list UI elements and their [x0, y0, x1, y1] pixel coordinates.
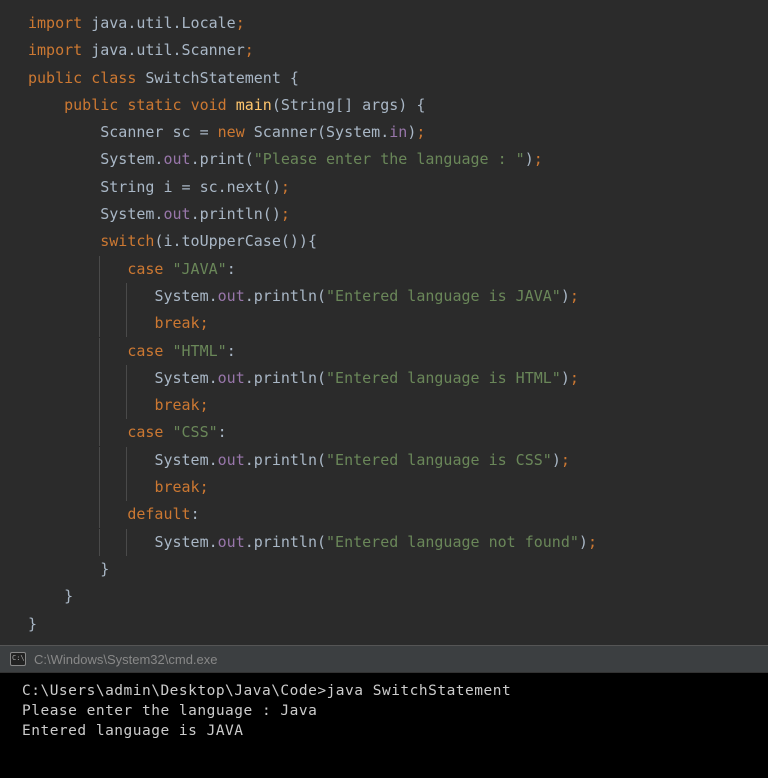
code-line: } — [28, 583, 768, 610]
code-line: System.out.println("Entered language not… — [28, 529, 768, 556]
code-line: } — [28, 556, 768, 583]
code-line: System.out.print("Please enter the langu… — [28, 146, 768, 173]
code-line: public static void main(String[] args) { — [28, 92, 768, 119]
code-editor[interactable]: import java.util.Locale; import java.uti… — [0, 0, 768, 645]
code-line: case "JAVA": — [28, 256, 768, 283]
terminal-titlebar[interactable]: C:\Windows\System32\cmd.exe — [0, 645, 768, 673]
code-line: import java.util.Locale; — [28, 10, 768, 37]
code-line: switch(i.toUpperCase()){ — [28, 228, 768, 255]
terminal-line: C:\Users\admin\Desktop\Java\Code>java Sw… — [22, 681, 764, 701]
code-line: Scanner sc = new Scanner(System.in); — [28, 119, 768, 146]
code-line: System.out.println(); — [28, 201, 768, 228]
code-line: System.out.println("Entered language is … — [28, 283, 768, 310]
code-line: break; — [28, 392, 768, 419]
terminal-title-text: C:\Windows\System32\cmd.exe — [34, 652, 218, 667]
code-line: System.out.println("Entered language is … — [28, 447, 768, 474]
code-line: break; — [28, 474, 768, 501]
code-line: default: — [28, 501, 768, 528]
code-line: String i = sc.next(); — [28, 174, 768, 201]
code-line: break; — [28, 310, 768, 337]
terminal-line: Entered language is JAVA — [22, 721, 764, 741]
terminal-line: Please enter the language : Java — [22, 701, 764, 721]
cmd-icon — [10, 652, 26, 666]
code-line: import java.util.Scanner; — [28, 37, 768, 64]
code-line: public class SwitchStatement { — [28, 65, 768, 92]
code-line: case "HTML": — [28, 338, 768, 365]
code-line: System.out.println("Entered language is … — [28, 365, 768, 392]
terminal-output[interactable]: C:\Users\admin\Desktop\Java\Code>java Sw… — [0, 673, 768, 778]
code-line: case "CSS": — [28, 419, 768, 446]
code-line: } — [28, 611, 768, 638]
